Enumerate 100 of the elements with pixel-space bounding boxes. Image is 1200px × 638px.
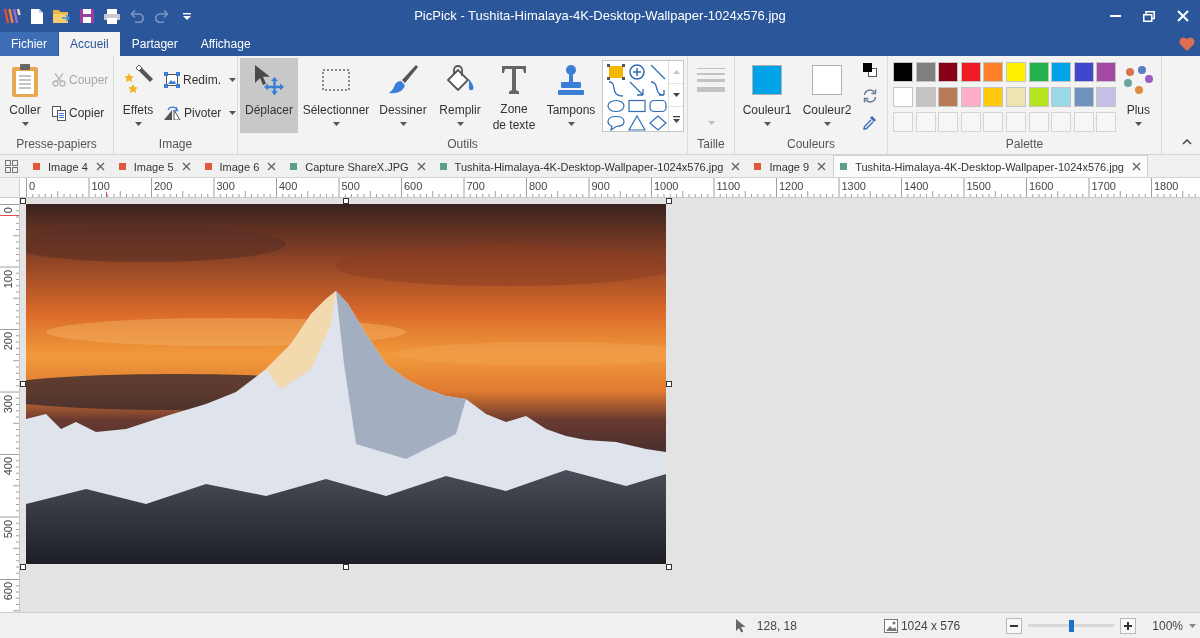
close-icon[interactable]	[1131, 162, 1141, 171]
ribbon-tab[interactable]: Partager	[120, 32, 189, 56]
zoom-percent[interactable]: 100%	[1152, 616, 1183, 635]
color-swatch-icon[interactable]	[915, 87, 936, 107]
arrow-icon[interactable]	[627, 80, 646, 97]
color-swatch-icon[interactable]	[983, 62, 1004, 82]
color-swatch-icon[interactable]	[893, 62, 913, 82]
eyedropper-icon[interactable]	[863, 115, 877, 130]
circle-plus-icon[interactable]	[627, 63, 646, 80]
move-tool-button[interactable]: Déplacer	[240, 58, 298, 133]
document-tab[interactable]: Tushita-Himalaya-4K-Desktop-Wallpaper-1024x576.jpg	[432, 155, 748, 177]
fill-tool-button[interactable]: Remplir	[434, 58, 486, 133]
color-swatch-icon[interactable]	[893, 87, 913, 107]
file-tab[interactable]: Fichier	[0, 32, 58, 56]
document-tab[interactable]: Tushita-Himalaya-4K-Desktop-Wallpaper-1024x576.jpg	[833, 155, 1148, 177]
ribbon-tab[interactable]: Affichage	[189, 32, 262, 56]
secondary-color-button[interactable]: Couleur2	[800, 58, 854, 133]
rectangle-icon[interactable]	[627, 97, 646, 114]
color-swatch-icon[interactable]	[1073, 87, 1094, 107]
document-tab[interactable]: Image 6	[197, 155, 284, 177]
curved-arrow-icon[interactable]	[648, 80, 667, 97]
image-icon	[883, 618, 898, 633]
resize-handle[interactable]	[666, 198, 672, 204]
line-icon[interactable]	[648, 63, 667, 80]
empty-swatch-icon[interactable]	[915, 112, 936, 132]
ribbon-tab[interactable]: Accueil	[59, 32, 120, 56]
document-tab[interactable]: Image 9	[747, 155, 834, 177]
primary-color-button[interactable]: Couleur1	[740, 58, 794, 133]
restore-icon[interactable]	[1143, 10, 1155, 22]
ruler-label: 1300	[841, 180, 866, 192]
color-swatch-icon[interactable]	[1005, 62, 1026, 82]
grid-view-icon[interactable]	[5, 159, 18, 173]
color-swatch-icon[interactable]	[983, 87, 1004, 107]
select-tool-button[interactable]: Sélectionner	[300, 58, 372, 133]
color-swatch-icon[interactable]	[1051, 62, 1072, 82]
document-tab[interactable]: Image 4	[26, 155, 112, 177]
color-swatch-icon[interactable]	[915, 62, 936, 82]
rounded-rectangle-icon[interactable]	[648, 97, 667, 114]
close-icon[interactable]	[181, 162, 191, 171]
resize-button[interactable]: Redim.	[164, 70, 237, 90]
close-icon[interactable]	[731, 162, 741, 171]
scroll-down-icon[interactable]	[672, 93, 680, 97]
triangle-icon[interactable]	[627, 114, 646, 131]
refresh-icon[interactable]	[862, 89, 878, 103]
minimize-icon[interactable]	[1109, 15, 1121, 17]
draw-tool-button[interactable]: Dessiner	[374, 58, 432, 133]
resize-handle[interactable]	[20, 198, 26, 204]
stamp-tool-button[interactable]: Tampons	[542, 58, 600, 133]
color-swatch-icon[interactable]	[1096, 87, 1117, 107]
document-tab[interactable]: Capture ShareX.JPG	[283, 155, 433, 177]
app-logo-icon[interactable]	[3, 8, 21, 24]
slider-thumb[interactable]	[1068, 619, 1074, 632]
empty-swatch-icon[interactable]	[1096, 112, 1117, 132]
caret-icon	[1189, 623, 1196, 628]
effects-button[interactable]: Effets	[118, 58, 158, 133]
copy-button[interactable]: Copier	[52, 103, 109, 123]
printer-icon[interactable]	[103, 8, 120, 24]
zoom-in-button[interactable]	[1120, 617, 1137, 634]
speech-bubble-icon[interactable]	[606, 114, 625, 131]
rotate-icon	[164, 106, 181, 120]
resize-handle[interactable]	[666, 564, 672, 570]
close-icon[interactable]	[95, 162, 105, 171]
swap-colors-icon[interactable]	[863, 63, 877, 77]
curve-icon[interactable]	[606, 80, 625, 97]
folder-icon[interactable]	[53, 9, 70, 23]
rectangle-filled-icon[interactable]	[606, 63, 625, 80]
close-icon[interactable]	[267, 162, 277, 171]
more-colors-button[interactable]: Plus	[1118, 58, 1159, 133]
collapse-ribbon-icon[interactable]	[1182, 139, 1192, 145]
zoom-out-button[interactable]	[1006, 617, 1023, 634]
resize-handle[interactable]	[666, 381, 672, 387]
resize-handle[interactable]	[20, 381, 26, 387]
color-swatch-icon[interactable]	[1096, 62, 1117, 82]
color-swatch-icon[interactable]	[1005, 87, 1026, 107]
color-swatch-icon[interactable]	[1028, 62, 1049, 82]
color-swatch-icon[interactable]	[1028, 87, 1049, 107]
caret-icon[interactable]	[182, 12, 191, 20]
ellipse-icon[interactable]	[606, 97, 625, 114]
shape-gallery[interactable]	[602, 60, 684, 132]
color-swatch-icon[interactable]	[960, 62, 981, 82]
close-icon[interactable]	[817, 162, 827, 171]
resize-handle[interactable]	[20, 564, 26, 570]
empty-swatch-icon[interactable]	[1028, 112, 1049, 132]
resize-handle[interactable]	[343, 564, 349, 570]
save-icon[interactable]	[79, 9, 94, 23]
text-tool-button[interactable]: Zone de texte	[488, 58, 540, 133]
resize-handle[interactable]	[343, 198, 349, 204]
diamond-icon[interactable]	[648, 114, 667, 131]
color-swatch-icon[interactable]	[1051, 87, 1072, 107]
color-swatch-icon[interactable]	[938, 87, 959, 107]
color-swatch-icon[interactable]	[960, 87, 981, 107]
close-icon[interactable]	[416, 162, 426, 171]
color-swatch-icon[interactable]	[1073, 62, 1094, 82]
rotate-button[interactable]: Pivoter	[164, 103, 237, 123]
new-file-icon[interactable]	[30, 8, 43, 24]
expand-gallery-icon[interactable]	[672, 115, 680, 123]
color-swatch-icon[interactable]	[938, 62, 959, 82]
empty-swatch-icon[interactable]	[893, 112, 913, 132]
document-tab[interactable]: Image 5	[111, 155, 198, 177]
paste-button[interactable]: Coller	[4, 58, 46, 133]
